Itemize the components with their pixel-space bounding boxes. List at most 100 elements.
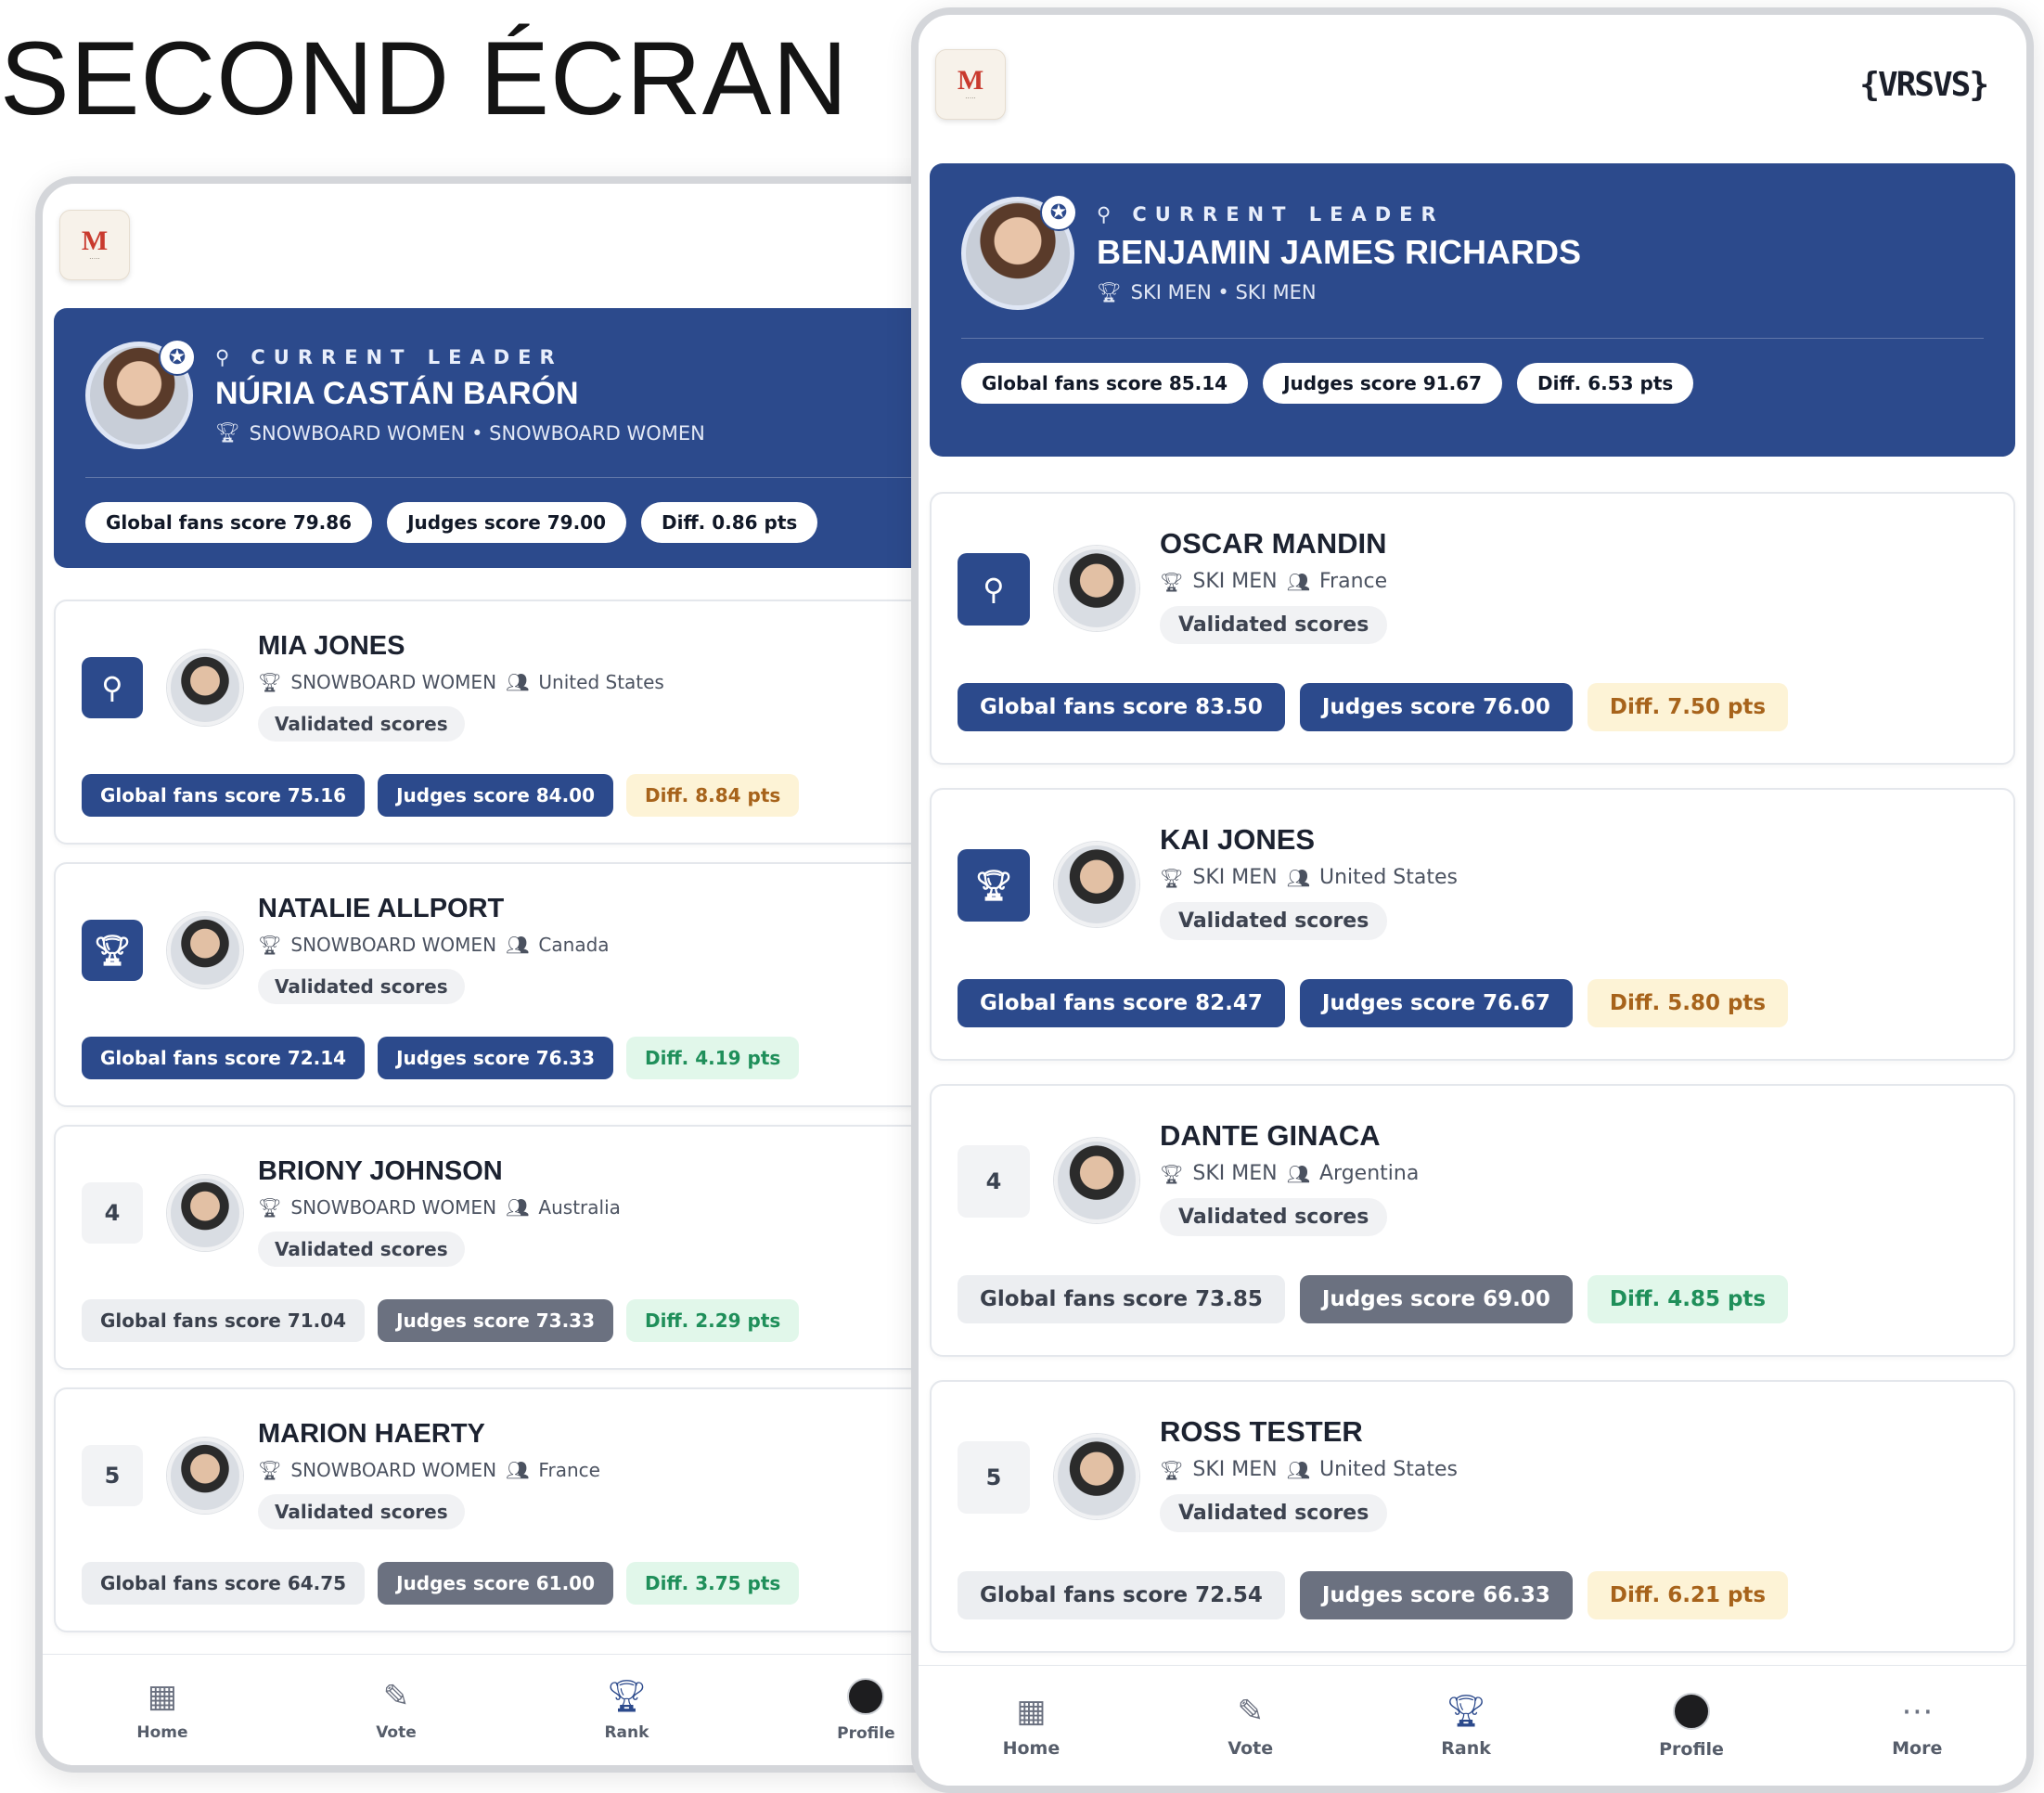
- leader-name: BENJAMIN JAMES RICHARDS: [1097, 232, 1582, 271]
- avatar: [847, 1677, 885, 1715]
- athlete-category: SNOWBOARD WOMEN: [290, 1459, 497, 1481]
- leader-kicker: CURRENT LEADER: [1132, 202, 1445, 226]
- judges-score: Judges score 76.00: [1299, 683, 1573, 731]
- nav-rank[interactable]: 🏆︎ Rank: [1441, 1694, 1491, 1759]
- more-icon: ⋯: [1901, 1692, 1934, 1730]
- current-leader-card[interactable]: ✪ ⚲ CURRENT LEADER BENJAMIN JAMES RICHARD…: [930, 163, 2015, 457]
- users-icon: 👥︎: [506, 934, 530, 956]
- nav-home[interactable]: ▦ Home: [136, 1679, 187, 1742]
- athlete-category: SKI MEN: [1192, 570, 1278, 593]
- leader-kicker: CURRENT LEADER: [251, 346, 563, 368]
- bottom-nav: ▦ Home ✎ Vote 🏆︎ Rank Profile ⋯ More: [919, 1665, 2026, 1786]
- ribbon-icon: ⚲: [958, 553, 1030, 626]
- diff-score: Diff. 4.19 pts: [626, 1037, 800, 1079]
- judges-score: Judges score 73.33: [378, 1299, 614, 1342]
- diff-score: Diff. 3.75 pts: [626, 1562, 800, 1605]
- medal-icon: ✪: [1040, 194, 1077, 231]
- athlete-list: ⚲ MIA JONES 🏆︎ SNOWBOARD WOMEN 👥︎ United St…: [54, 600, 965, 1650]
- avatar: [1054, 1138, 1139, 1223]
- leader-judges-score: Judges score 79.00: [387, 502, 627, 543]
- avatar: [1673, 1692, 1711, 1730]
- fans-score: Global fans score 71.04: [82, 1299, 366, 1342]
- avatar: [167, 912, 243, 988]
- device-left: M····· {VRSVS} ✪ ⚲ CURRENT LEADER NÚRIA C…: [35, 176, 972, 1773]
- app-logo[interactable]: M ·····: [59, 210, 130, 280]
- status-badge: Validated scores: [1160, 1494, 1388, 1532]
- athlete-card[interactable]: 5 ROSS TESTER 🏆︎ SKI MEN 👥︎ United States V…: [930, 1380, 2015, 1653]
- users-icon: 👥︎: [506, 1196, 530, 1219]
- current-leader-card[interactable]: ✪ ⚲ CURRENT LEADER NÚRIA CASTÁN BARÓN 🏆︎ S…: [54, 308, 965, 568]
- athlete-card[interactable]: ⚲ MIA JONES 🏆︎ SNOWBOARD WOMEN 👥︎ United St…: [54, 600, 965, 845]
- judges-score: Judges score 84.00: [378, 774, 614, 817]
- users-icon: 👥︎: [1286, 570, 1310, 593]
- leader-fans-score: Global fans score 79.86: [85, 502, 373, 543]
- app-header: M····· {VRSVS}: [919, 15, 2026, 154]
- athlete-list: ⚲ OSCAR MANDIN 🏆︎ SKI MEN 👥︎ France Validat…: [930, 492, 2015, 1676]
- athlete-name: KAI JONES: [1160, 823, 1316, 856]
- fans-score: Global fans score 73.85: [958, 1275, 1285, 1323]
- trophy-icon: 🏆︎: [258, 671, 282, 693]
- nav-vote[interactable]: ✎ Vote: [376, 1679, 417, 1742]
- leader-avatar: ✪: [961, 194, 1077, 310]
- users-icon: 👥︎: [1286, 1458, 1310, 1481]
- athlete-card[interactable]: 5 MARION HAERTY 🏆︎ SNOWBOARD WOMEN 👥︎ Franc…: [54, 1387, 965, 1632]
- leader-category: SKI MEN • SKI MEN: [1130, 281, 1317, 303]
- nav-profile[interactable]: Profile: [837, 1677, 895, 1743]
- trophy-icon: 🏆︎: [1446, 1692, 1486, 1730]
- fans-score: Global fans score 64.75: [82, 1562, 366, 1605]
- fans-score: Global fans score 75.16: [82, 774, 366, 817]
- athlete-country: France: [538, 1459, 600, 1481]
- users-icon: 👥︎: [1286, 1162, 1310, 1185]
- app-logo[interactable]: M ·····: [935, 49, 1006, 120]
- judges-score: Judges score 76.33: [378, 1037, 614, 1079]
- athlete-name: OSCAR MANDIN: [1160, 527, 1387, 560]
- nav-rank[interactable]: 🏆︎ Rank: [604, 1679, 649, 1742]
- rank-number: 5: [958, 1441, 1030, 1514]
- nav-vote[interactable]: ✎ Vote: [1228, 1694, 1273, 1759]
- status-badge: Validated scores: [258, 706, 465, 742]
- athlete-category: SKI MEN: [1192, 1162, 1278, 1185]
- status-badge: Validated scores: [1160, 1198, 1388, 1236]
- trophy-icon: 🏆︎: [258, 934, 282, 956]
- nav-more[interactable]: ⋯ More: [1892, 1694, 1942, 1759]
- leader-diff: Diff. 6.53 pts: [1517, 363, 1694, 404]
- athlete-category: SKI MEN: [1192, 866, 1278, 889]
- page-title: SECOND ÉCRAN: [0, 20, 849, 136]
- athlete-card[interactable]: 4 BRIONY JOHNSON 🏆︎ SNOWBOARD WOMEN 👥︎ Aust…: [54, 1125, 965, 1370]
- athlete-category: SNOWBOARD WOMEN: [290, 934, 497, 956]
- diff-score: Diff. 8.84 pts: [626, 774, 800, 817]
- leader-judges-score: Judges score 91.67: [1263, 363, 1503, 404]
- rank-number: 4: [82, 1182, 143, 1244]
- judges-score: Judges score 69.00: [1299, 1275, 1573, 1323]
- athlete-card[interactable]: ⚲ OSCAR MANDIN 🏆︎ SKI MEN 👥︎ France Validat…: [930, 492, 2015, 765]
- athlete-country: Argentina: [1319, 1162, 1420, 1185]
- athlete-card[interactable]: 🏆︎ NATALIE ALLPORT 🏆︎ SNOWBOARD WOMEN 👥︎ Ca…: [54, 862, 965, 1107]
- leader-fans-score: Global fans score 85.14: [961, 363, 1249, 404]
- athlete-card[interactable]: 🏆︎ KAI JONES 🏆︎ SKI MEN 👥︎ United States Va…: [930, 788, 2015, 1061]
- avatar: [1054, 1434, 1139, 1519]
- calendar-icon: ▦: [147, 1677, 177, 1715]
- judges-score: Judges score 61.00: [378, 1562, 614, 1605]
- divider: [85, 477, 965, 478]
- rank-number: 4: [958, 1145, 1030, 1218]
- nav-profile[interactable]: Profile: [1659, 1692, 1724, 1760]
- status-badge: Validated scores: [258, 1494, 465, 1529]
- bottom-nav: ▦ Home ✎ Vote 🏆︎ Rank Profile: [43, 1654, 965, 1765]
- diff-score: Diff. 7.50 pts: [1587, 683, 1789, 731]
- nav-home[interactable]: ▦ Home: [1003, 1694, 1061, 1759]
- athlete-country: Canada: [538, 934, 610, 956]
- trophy-icon: 🏆︎: [215, 421, 240, 444]
- leader-diff: Diff. 0.86 pts: [641, 502, 818, 543]
- ribbon-icon: ⚲: [82, 657, 143, 718]
- vote-icon: ✎: [382, 1677, 410, 1715]
- fans-score: Global fans score 72.54: [958, 1571, 1285, 1619]
- app-header: M····· {VRSVS}: [43, 184, 965, 306]
- trophy-icon: 🏆︎: [1160, 866, 1184, 889]
- diff-score: Diff. 2.29 pts: [626, 1299, 800, 1342]
- athlete-name: MIA JONES: [258, 631, 405, 661]
- avatar: [167, 1438, 243, 1514]
- trophy-icon: 🏆︎: [1097, 280, 1122, 303]
- device-right: M ····· {VRSVS} ✪ ⚲ CURRENT LEADER BENJAMI…: [911, 7, 2034, 1793]
- athlete-name: ROSS TESTER: [1160, 1415, 1363, 1448]
- athlete-card[interactable]: 4 DANTE GINACA 🏆︎ SKI MEN 👥︎ Argentina Vali…: [930, 1084, 2015, 1357]
